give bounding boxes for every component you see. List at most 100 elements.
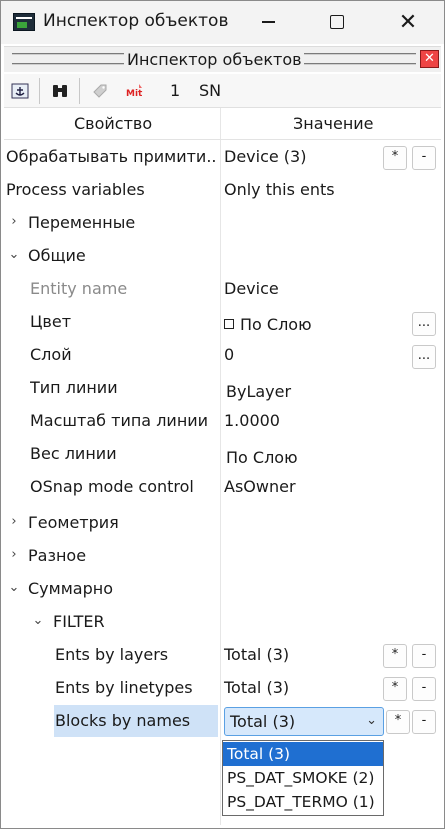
minus-button[interactable]: - [412,710,436,734]
property-name: OSnap mode control [30,477,194,496]
dropdown-option[interactable]: Total (3) [223,742,383,766]
toolbar: Mit 1 SN [4,74,441,108]
anchor-icon[interactable] [10,81,30,101]
group-name: Суммарно [28,579,113,598]
group-name: Общие [28,246,86,265]
grid-row[interactable]: Слой 0 ... [4,339,441,372]
property-grid: Свойство Значение Обрабатывать примити..… [4,108,441,825]
collapse-chevron-icon[interactable]: ⌄ [30,613,46,629]
minimize-icon [261,21,275,23]
property-name: Слой [30,345,72,364]
grid-row[interactable]: Ents by layers Total (3) * - [4,639,441,672]
panel-title: Инспектор объектов [127,50,302,69]
grid-row[interactable]: Цвет По Слою ... [4,306,441,339]
combobox-dropdown-list: Total (3) PS_DAT_SMOKE (2) PS_DAT_TERMO … [222,740,384,816]
grid-group-row[interactable]: › Геометрия [4,507,441,540]
property-value: По Слою [240,315,312,334]
group-name: FILTER [53,612,105,631]
minimize-button[interactable] [245,0,291,44]
dropdown-option[interactable]: PS_DAT_SMOKE (2) [223,766,383,790]
property-name: Масштаб типа линии [30,411,209,430]
maximize-button[interactable] [314,0,360,44]
mit-icon[interactable]: Mit [124,81,148,101]
panel-close-button[interactable]: ✕ [420,50,439,68]
grid-row[interactable]: Тип линии ByLayer [4,372,441,405]
grid-header: Свойство Значение [4,108,441,140]
property-name: Вес линии [30,444,117,463]
binoculars-icon[interactable] [50,81,70,101]
property-name: Ents by linetypes [55,678,193,697]
property-name: Entity name [30,279,128,298]
dropdown-option[interactable]: PS_DAT_TERMO (1) [223,790,383,814]
grid-row[interactable]: Ents by linetypes Total (3) * - [4,672,441,705]
maximize-icon [330,15,344,29]
color-value[interactable]: По Слою [224,315,312,334]
property-name: Обрабатывать примити... [6,147,218,166]
expand-chevron-icon[interactable]: › [6,214,22,230]
property-name: Цвет [30,312,72,331]
group-name: Разное [28,546,87,565]
ellipsis-button[interactable]: ... [412,345,436,369]
drag-grip-right[interactable] [304,53,416,65]
header-property[interactable]: Свойство [74,114,152,133]
tag-icon[interactable] [90,81,110,101]
grid-row-selected[interactable]: Blocks by names Total (3) ⌄ * - [4,705,441,738]
toolbar-separator [79,78,80,104]
close-button[interactable]: ✕ [385,0,431,44]
collapse-chevron-icon[interactable]: ⌄ [6,247,22,263]
star-button[interactable]: * [383,644,407,668]
star-button[interactable]: * [383,677,407,701]
group-name: Переменные [28,213,136,232]
grid-group-row[interactable]: ⌄ Суммарно [4,573,441,606]
chevron-down-icon[interactable]: ⌄ [366,713,377,728]
panel-caption[interactable]: Инспектор объектов ✕ [4,46,441,72]
property-name: Тип линии [30,378,118,397]
blocks-by-names-combobox[interactable]: Total (3) ⌄ [224,707,384,736]
collapse-chevron-icon[interactable]: ⌄ [6,580,22,596]
property-value[interactable]: 0 [224,345,234,364]
combobox-value: Total (3) [230,712,296,731]
star-button[interactable]: * [383,146,407,170]
property-name: Blocks by names [55,711,191,730]
drag-grip-left[interactable] [12,53,124,65]
minus-button[interactable]: - [412,644,436,668]
window-titlebar: Инспектор объектов ✕ [0,0,445,44]
toolbar-count: 1 [170,81,181,100]
property-value[interactable]: Device [224,279,279,298]
grid-group-row[interactable]: › Переменные [4,207,441,240]
minus-button[interactable]: - [412,677,436,701]
grid-group-row[interactable]: ⌄ FILTER [4,606,441,639]
grid-group-row[interactable]: › Разное [4,540,441,573]
expand-chevron-icon[interactable]: › [6,547,22,563]
grid-row[interactable]: Вес линии По Слою [4,438,441,471]
property-value[interactable]: Only this ents [224,180,335,199]
property-value[interactable]: 1.0000 [224,411,280,430]
color-swatch-icon [224,319,234,329]
expand-chevron-icon[interactable]: › [6,514,22,530]
grid-row[interactable]: Обрабатывать примити... Device (3) * - [4,141,441,174]
property-name: Ents by layers [55,645,169,664]
toolbar-mode[interactable]: SN [199,81,221,100]
grid-row[interactable]: OSnap mode control AsOwner [4,471,441,504]
property-value[interactable]: Total (3) [224,645,289,664]
minus-button[interactable]: - [412,146,436,170]
header-value[interactable]: Значение [293,114,374,133]
property-value[interactable]: По Слою [226,448,298,467]
property-value[interactable]: ByLayer [226,382,291,401]
close-icon: ✕ [398,9,418,35]
grid-row[interactable]: Entity name Device [4,273,441,306]
app-icon [13,13,35,31]
property-value[interactable]: Device (3) [224,147,306,166]
property-name: Process variables [6,180,145,199]
property-value[interactable]: Total (3) [224,678,289,697]
toolbar-separator [39,78,40,104]
grid-group-row[interactable]: ⌄ Общие [4,240,441,273]
svg-text:Mit: Mit [126,89,143,99]
grid-row[interactable]: Process variables Only this ents [4,174,441,207]
star-button[interactable]: * [386,710,410,734]
group-name: Геометрия [28,513,119,532]
ellipsis-button[interactable]: ... [412,312,436,336]
property-value[interactable]: AsOwner [224,477,296,496]
window-title: Инспектор объектов [43,11,229,31]
grid-row[interactable]: Масштаб типа линии 1.0000 [4,405,441,438]
